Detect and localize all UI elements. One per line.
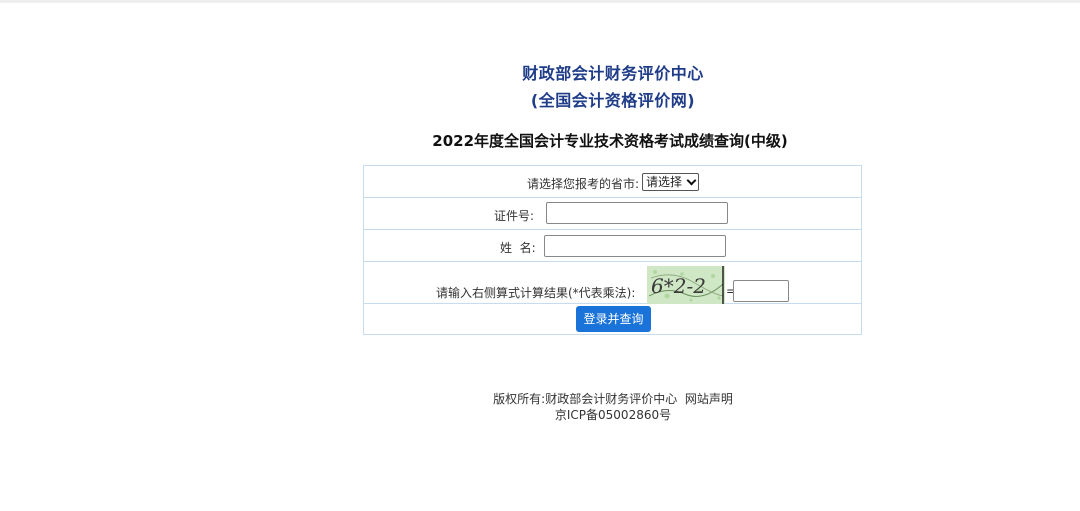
captcha-label: 请输入右侧算式计算结果(*代表乘法): [436, 286, 636, 300]
name-label: 姓 名: [500, 241, 536, 255]
chevron-down-icon [686, 175, 697, 186]
copyright-line: 版权所有:财政部会计财务评价中心 网站声明 [0, 390, 1080, 407]
top-divider [0, 0, 1080, 3]
id-label: 证件号: [494, 209, 535, 223]
id-number-input[interactable] [546, 202, 728, 224]
province-row: 请选择您报考的省市: 请选择 [364, 166, 861, 198]
captcha-image[interactable]: 6*2-2 [647, 266, 725, 304]
svg-text:6*2-2: 6*2-2 [651, 274, 706, 298]
site-statement-link[interactable]: 网站声明 [685, 392, 733, 406]
captcha-answer-input[interactable] [733, 280, 789, 302]
org-name: 财政部会计财务评价中心 [522, 64, 704, 83]
name-input[interactable] [544, 235, 726, 257]
id-row: 证件号: [364, 198, 861, 230]
province-select[interactable]: 请选择 [642, 173, 700, 191]
page-title: 2022年度全国会计专业技术资格考试成绩查询(中级) [432, 132, 788, 150]
name-row: 姓 名: [364, 230, 861, 262]
captcha-row: 请输入右侧算式计算结果(*代表乘法): 6*2-2 = [364, 262, 861, 304]
icp-line: 京ICP备05002860号 [554, 408, 672, 422]
copyright-prefix: 版权所有: [493, 392, 546, 406]
province-label: 请选择您报考的省市: [527, 177, 640, 191]
submit-row: 登录并查询 [364, 304, 861, 334]
query-form: 请选择您报考的省市: 请选择 证件号: 姓 名: 请输入右侧算式计算结果(*代表… [363, 165, 862, 335]
copyright-owner-link[interactable]: 财政部会计财务评价中心 [545, 392, 677, 406]
org-subtitle: (全国会计资格评价网) [530, 91, 696, 110]
login-query-button[interactable]: 登录并查询 [576, 306, 651, 332]
province-select-value: 请选择 [646, 175, 683, 189]
